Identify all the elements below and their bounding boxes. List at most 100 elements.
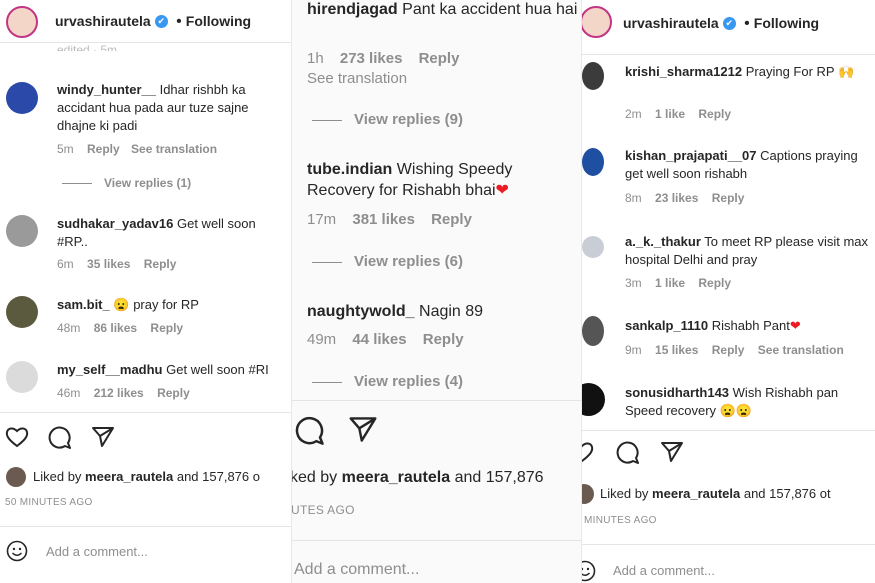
- time-ago: 50 MINUTES AGO: [5, 497, 93, 508]
- verified-icon: ✔: [154, 15, 168, 29]
- comment-likes[interactable]: 381 likes: [352, 211, 415, 228]
- share-icon[interactable]: [91, 426, 115, 448]
- comment-meta: 46m 212 likes Reply: [57, 386, 190, 400]
- liked-by-rest[interactable]: and 157,876: [455, 469, 544, 486]
- panel-divider: [291, 0, 292, 583]
- view-replies-button[interactable]: View replies (6): [312, 253, 463, 270]
- emoji-icon[interactable]: [582, 560, 596, 582]
- profile-avatar[interactable]: [582, 6, 612, 38]
- commenter-avatar[interactable]: [6, 82, 38, 114]
- comment-likes[interactable]: 23 likes: [655, 191, 698, 205]
- comment-username[interactable]: sankalp_1110: [625, 318, 708, 333]
- comment-likes[interactable]: 273 likes: [340, 50, 403, 67]
- view-replies-button[interactable]: View replies (9): [312, 111, 463, 128]
- comment-time: 5m: [57, 142, 74, 156]
- time-ago: UTES AGO: [292, 503, 355, 517]
- commenter-avatar[interactable]: [582, 62, 604, 90]
- liked-by-user[interactable]: meera_rautela: [342, 469, 451, 486]
- reply-button[interactable]: Reply: [87, 142, 120, 156]
- reply-button[interactable]: Reply: [712, 191, 745, 205]
- comment-username[interactable]: a._k._thakur: [625, 234, 701, 249]
- following-button[interactable]: Following: [186, 13, 251, 29]
- sad-face-emoji: 😦: [113, 297, 130, 312]
- comment-username[interactable]: tube.indian: [307, 161, 392, 178]
- comment-icon[interactable]: [48, 426, 72, 449]
- comment-likes[interactable]: 1 like: [655, 276, 685, 290]
- see-translation-button[interactable]: See translation: [307, 70, 407, 87]
- comment-likes[interactable]: 15 likes: [655, 343, 698, 357]
- liked-by-user[interactable]: meera_rautela: [85, 469, 173, 484]
- view-replies-button[interactable]: View replies (1): [62, 176, 191, 190]
- reply-button[interactable]: Reply: [419, 50, 460, 67]
- comment-icon[interactable]: [295, 416, 325, 445]
- see-translation-button[interactable]: See translation: [131, 142, 217, 156]
- heart-icon[interactable]: [582, 441, 594, 463]
- header-username[interactable]: urvashirautela: [55, 13, 151, 29]
- comment-likes[interactable]: 44 likes: [352, 331, 406, 348]
- comment-meta: 2m 1 like Reply: [625, 107, 731, 121]
- comment: windy_hunter__ Idhar rishbh ka accidant …: [57, 81, 282, 135]
- comment-time: 2m: [625, 107, 642, 121]
- add-comment-input[interactable]: Add a comment...: [46, 544, 148, 559]
- comment-username[interactable]: sonusidharth143: [625, 385, 729, 400]
- comment-meta: 9m 15 likes Reply See translation: [625, 343, 844, 357]
- view-replies-button[interactable]: View replies (4): [312, 373, 463, 390]
- comment-meta: 1h 273 likes Reply: [307, 50, 459, 67]
- commenter-avatar[interactable]: [582, 148, 604, 176]
- default-avatar[interactable]: [6, 361, 38, 393]
- see-translation-button[interactable]: See translation: [758, 343, 844, 357]
- add-comment-input[interactable]: Add a comment...: [613, 563, 715, 578]
- comment-username[interactable]: windy_hunter__: [57, 82, 156, 97]
- liker-avatar[interactable]: [6, 467, 26, 487]
- commenter-avatar[interactable]: [6, 215, 38, 247]
- comment-likes[interactable]: 35 likes: [87, 257, 130, 271]
- comment-meta: 3m 1 like Reply: [625, 276, 731, 290]
- reply-button[interactable]: Reply: [144, 257, 177, 271]
- liked-by-rest[interactable]: and 157,876 o: [177, 469, 260, 484]
- comment-likes[interactable]: 1 like: [655, 107, 685, 121]
- comment-icon[interactable]: [616, 441, 640, 464]
- share-icon[interactable]: [348, 416, 378, 443]
- liked-by: Liked by meera_rautela and 157,876 ot: [600, 486, 831, 501]
- comment-username[interactable]: naughtywold_: [307, 303, 415, 320]
- comment-username[interactable]: sam.bit_: [57, 297, 110, 312]
- reply-button[interactable]: Reply: [712, 343, 745, 357]
- header-username[interactable]: urvashirautela: [623, 15, 719, 31]
- comment-likes[interactable]: 86 likes: [94, 321, 137, 335]
- comment: a._k._thakur To meet RP please visit max…: [625, 233, 875, 269]
- comment-meta: 17m 381 likes Reply: [307, 211, 472, 228]
- emoji-icon[interactable]: [6, 540, 28, 562]
- profile-avatar[interactable]: [6, 6, 38, 38]
- comment-time: 17m: [307, 211, 337, 228]
- liked-by: Liked by meera_rautela and 157,876 o: [33, 469, 260, 484]
- liker-avatar[interactable]: [582, 484, 594, 504]
- commenter-avatar[interactable]: [6, 296, 38, 328]
- share-icon[interactable]: [660, 441, 684, 463]
- panel-right: urvashirautela ✔ • Following krishi_sharma…: [582, 0, 875, 583]
- reply-button[interactable]: Reply: [698, 276, 731, 290]
- comment-username[interactable]: kishan_prajapati__07: [625, 148, 757, 163]
- comment-likes[interactable]: 212 likes: [94, 386, 144, 400]
- reply-button[interactable]: Reply: [698, 107, 731, 121]
- reply-button[interactable]: Reply: [431, 211, 472, 228]
- following-button[interactable]: Following: [754, 15, 819, 31]
- comment-username[interactable]: sudhakar_yadav16: [57, 216, 173, 231]
- liked-by-rest[interactable]: and 157,876 ot: [744, 486, 831, 501]
- comment-username[interactable]: my_self__madhu: [57, 362, 163, 377]
- comment-username[interactable]: krishi_sharma1212: [625, 64, 742, 79]
- commenter-avatar[interactable]: [582, 316, 604, 346]
- reply-button[interactable]: Reply: [157, 386, 190, 400]
- comment: tube.indian Wishing Speedy Recovery for …: [307, 159, 557, 201]
- add-comment-input[interactable]: Add a comment...: [294, 561, 419, 579]
- commenter-avatar[interactable]: [582, 383, 605, 416]
- heart-icon[interactable]: [5, 426, 29, 448]
- header: urvashirautela ✔ • Following: [623, 15, 820, 32]
- comment: sonusidharth143 Wish Rishabh pan Speed r…: [625, 384, 870, 420]
- liked-by-user[interactable]: meera_rautela: [652, 486, 740, 501]
- comment-text: Rishabh Pant: [711, 318, 790, 333]
- reply-button[interactable]: Reply: [423, 331, 464, 348]
- commenter-avatar[interactable]: [582, 236, 604, 258]
- comment: krishi_sharma1212 Praying For RP 🙌: [625, 63, 870, 81]
- comment-username[interactable]: hirendjagad: [307, 1, 398, 18]
- reply-button[interactable]: Reply: [150, 321, 183, 335]
